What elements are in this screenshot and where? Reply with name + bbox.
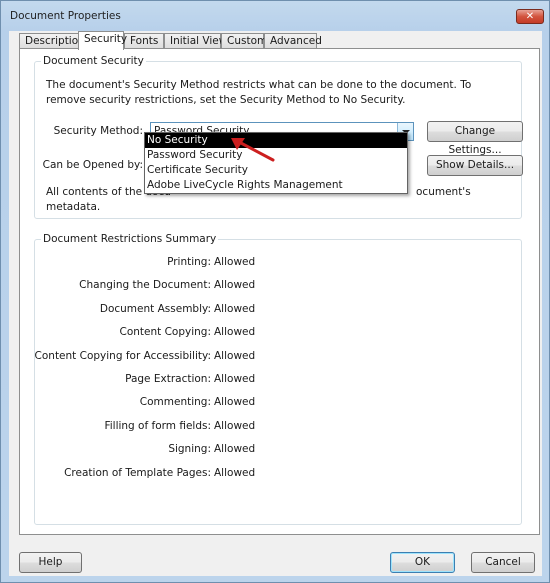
restrictions-summary-title: Document Restrictions Summary	[41, 233, 219, 245]
ok-button[interactable]: OK	[390, 552, 455, 573]
restriction-label: Content Copying for Accessibility:	[34, 349, 211, 362]
contents-text-suffix: ocument's	[416, 186, 471, 198]
tab-label: Fonts	[130, 35, 159, 47]
restriction-label: Signing:	[168, 443, 211, 456]
restriction-value: Allowed	[214, 396, 256, 409]
security-tab-panel: Document Security The document's Securit…	[19, 48, 540, 535]
security-method-label: Security Method:	[53, 125, 143, 137]
contents-text-line2: metadata.	[46, 201, 101, 213]
tab-custom[interactable]: Custom	[221, 33, 268, 49]
restriction-label: Content Copying:	[119, 326, 211, 339]
dropdown-option-livecycle-rights[interactable]: Adobe LiveCycle Rights Management	[145, 178, 407, 193]
restriction-row: Page Extraction: Allowed	[35, 373, 523, 387]
restriction-row: Content Copying: Allowed	[35, 326, 523, 340]
title-bar[interactable]: Document Properties ✕	[1, 1, 549, 31]
security-description: The document's Security Method restricts…	[46, 79, 472, 106]
restrictions-summary-group: Document Restrictions Summary Printing: A…	[34, 233, 523, 525]
tab-fonts[interactable]: Fonts	[124, 33, 164, 49]
tab-label: Custom	[227, 35, 268, 47]
restriction-label: Creation of Template Pages:	[64, 466, 211, 479]
help-label: Help	[38, 556, 63, 568]
tab-description[interactable]: Description	[19, 33, 85, 49]
document-security-title: Document Security	[41, 55, 146, 67]
restriction-label: Changing the Document:	[79, 279, 211, 292]
restriction-row: Document Assembly: Allowed	[35, 303, 523, 317]
tab-label: Description	[25, 35, 85, 47]
document-properties-dialog: Document Properties ✕ Description Securi…	[0, 0, 550, 583]
cancel-button[interactable]: Cancel	[471, 552, 535, 573]
close-icon: ✕	[525, 11, 535, 22]
tab-label: Initial View	[170, 35, 228, 47]
show-details-label: Show Details...	[435, 159, 515, 171]
restriction-label: Printing:	[167, 256, 211, 268]
restriction-label: Page Extraction:	[125, 373, 211, 385]
tab-security[interactable]: Security	[78, 31, 128, 50]
restriction-row: Signing: Allowed	[35, 443, 523, 457]
restriction-value: Allowed	[214, 466, 256, 479]
restriction-row: Filling of form fields: Allowed	[35, 420, 523, 434]
restriction-row: Commenting: Allowed	[35, 396, 523, 410]
restriction-value: Allowed	[214, 419, 256, 432]
restriction-row: Content Copying for Accessibility: Allowe…	[35, 350, 523, 364]
restriction-label: Filling of form fields:	[104, 419, 211, 432]
restriction-value: Allowed	[214, 279, 256, 292]
restriction-row: Printing: Allowed	[35, 256, 523, 270]
restriction-label: Commenting:	[139, 396, 211, 409]
dialog-client-area: Description Security Fonts Initial View …	[9, 31, 542, 576]
restriction-value: Allowed	[214, 373, 256, 385]
ok-label: OK	[414, 556, 431, 568]
restriction-value: Allowed	[214, 302, 256, 315]
red-arrow-annotation-icon	[231, 138, 275, 162]
restriction-value: Allowed	[214, 256, 256, 268]
restriction-value: Allowed	[214, 349, 256, 362]
restriction-label: Document Assembly:	[99, 302, 211, 315]
restriction-row: Changing the Document: Allowed	[35, 279, 523, 293]
restriction-value: Allowed	[214, 326, 256, 339]
show-details-button[interactable]: Show Details...	[427, 155, 523, 176]
tab-initial-view[interactable]: Initial View	[164, 33, 227, 49]
tab-label: Security	[84, 33, 128, 45]
change-settings-label: Change Settings...	[448, 125, 502, 156]
tab-label: Advanced	[270, 35, 322, 47]
change-settings-button[interactable]: Change Settings...	[427, 121, 523, 156]
restriction-row: Creation of Template Pages: Allowed	[35, 467, 523, 481]
help-button[interactable]: Help	[19, 552, 82, 573]
restriction-value: Allowed	[214, 443, 256, 456]
window-title: Document Properties	[10, 10, 121, 22]
cancel-label: Cancel	[485, 556, 521, 568]
can-be-opened-label: Can be Opened by:	[42, 159, 143, 171]
close-button[interactable]: ✕	[516, 9, 544, 24]
tab-advanced[interactable]: Advanced	[264, 33, 322, 49]
